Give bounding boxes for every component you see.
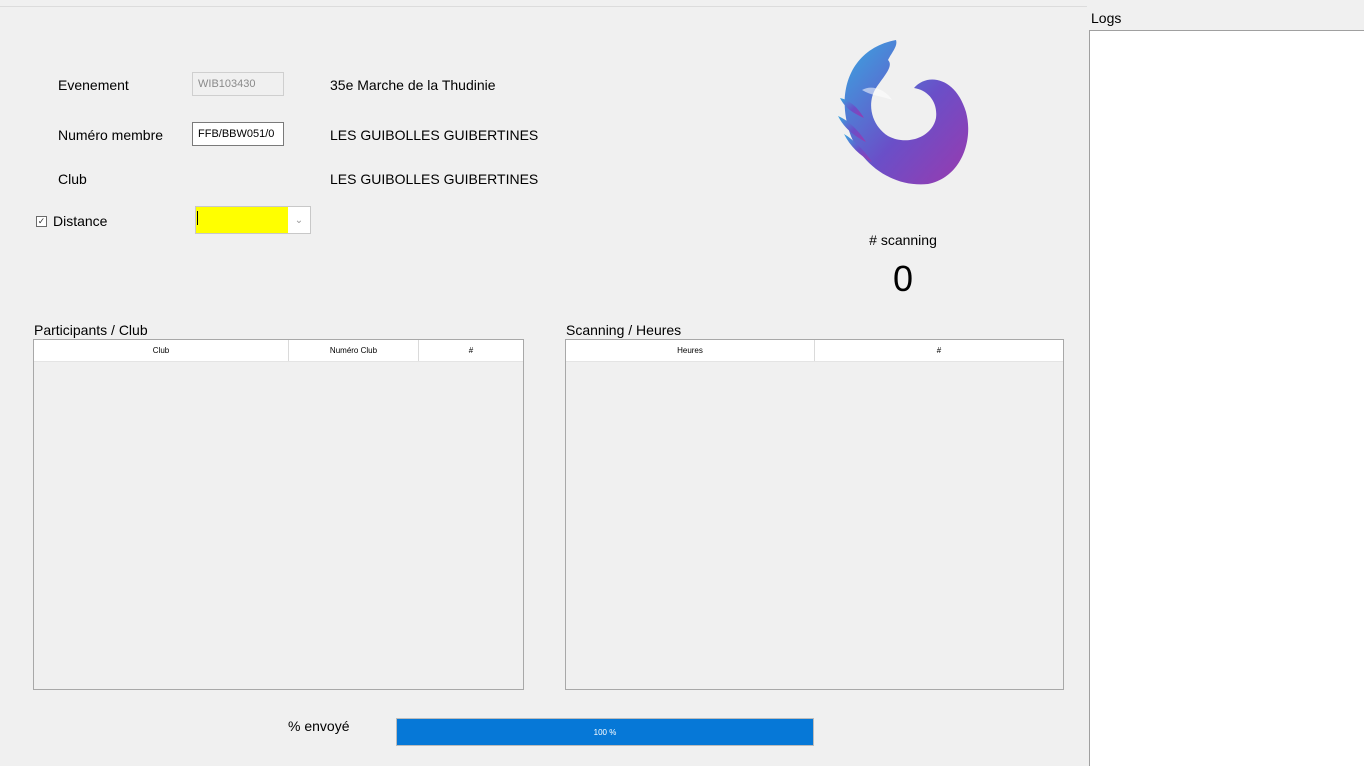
progress-label: % envoyé bbox=[288, 718, 350, 734]
membre-field[interactable]: FFB/BBW051/0 bbox=[192, 122, 284, 146]
distance-combobox[interactable]: ⌄ bbox=[195, 206, 311, 234]
participants-title: Participants / Club bbox=[34, 322, 148, 338]
heures-title: Scanning / Heures bbox=[566, 322, 682, 338]
heures-header: Heures # bbox=[566, 340, 1063, 362]
column-header-heures[interactable]: Heures bbox=[566, 340, 815, 361]
distance-label: Distance bbox=[53, 213, 108, 229]
heures-grid[interactable]: Heures # bbox=[565, 339, 1064, 690]
column-header-club[interactable]: Club bbox=[34, 340, 289, 361]
scanning-label: # scanning bbox=[869, 232, 937, 248]
club-label: Club bbox=[58, 171, 87, 187]
checkbox-check-icon: ✓ bbox=[36, 215, 47, 227]
evenement-code-field[interactable]: WIB103430 bbox=[192, 72, 284, 96]
column-header-numero-club[interactable]: Numéro Club bbox=[289, 340, 419, 361]
distance-input[interactable] bbox=[196, 207, 288, 233]
column-header-heures-count[interactable]: # bbox=[815, 340, 1063, 361]
column-header-count[interactable]: # bbox=[419, 340, 523, 361]
membre-label: Numéro membre bbox=[58, 127, 164, 143]
participants-header: Club Numéro Club # bbox=[34, 340, 523, 362]
logs-panel[interactable] bbox=[1089, 30, 1364, 766]
progress-bar: 100 % bbox=[396, 718, 814, 746]
club-value: LES GUIBOLLES GUIBERTINES bbox=[330, 171, 539, 187]
membre-club-name: LES GUIBOLLES GUIBERTINES bbox=[330, 127, 539, 143]
evenement-label: Evenement bbox=[58, 77, 129, 93]
progress-text: 100 % bbox=[593, 727, 617, 737]
bird-logo-icon bbox=[838, 40, 969, 185]
evenement-name: 35e Marche de la Thudinie bbox=[330, 77, 496, 93]
logs-title: Logs bbox=[1091, 10, 1122, 26]
top-divider bbox=[0, 6, 1087, 7]
text-caret bbox=[197, 211, 198, 225]
participants-grid[interactable]: Club Numéro Club # bbox=[33, 339, 524, 690]
scanning-count: 0 bbox=[892, 258, 914, 299]
distance-checkbox[interactable]: ✓ Distance bbox=[36, 213, 107, 229]
chevron-down-icon[interactable]: ⌄ bbox=[288, 207, 310, 233]
